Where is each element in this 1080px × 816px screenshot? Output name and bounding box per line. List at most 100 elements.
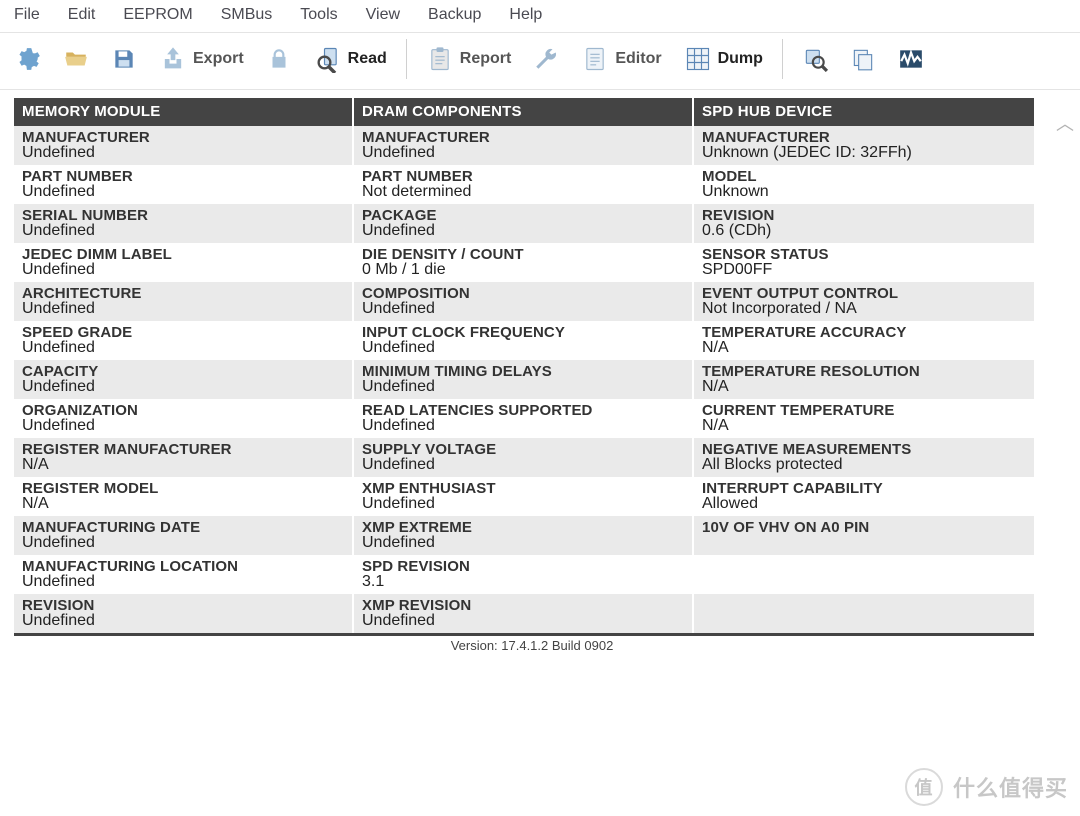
menu-tools[interactable]: Tools [286,2,351,28]
read-button[interactable]: Read [305,40,396,78]
magnifier-doc-icon [314,45,342,73]
info-row-value: Undefined [22,300,344,318]
info-row: PART NUMBERNot determined [354,165,694,204]
info-row: MANUFACTURING LOCATIONUndefined [14,555,354,594]
info-row-value: Undefined [22,417,344,435]
export-button[interactable]: Export [150,40,253,78]
info-row: SERIAL NUMBERUndefined [14,204,354,243]
menu-smbus[interactable]: SMBus [207,2,287,28]
info-row: XMP REVISIONUndefined [354,594,694,633]
floppy-save-icon [111,46,137,72]
menu-backup[interactable]: Backup [414,2,495,28]
info-row: TEMPERATURE RESOLUTIONN/A [694,360,1034,399]
info-row: PACKAGEUndefined [354,204,694,243]
info-row-value: N/A [702,339,1026,357]
inspect-button[interactable] [793,41,837,77]
copy-button[interactable] [841,41,885,77]
info-row: XMP EXTREMEUndefined [354,516,694,555]
folder-open-icon [63,46,89,72]
menu-file[interactable]: File [0,2,54,28]
dump-button[interactable]: Dump [675,40,772,78]
column-header: MEMORY MODULE [14,98,354,126]
info-column: DRAM COMPONENTSMANUFACTURERUndefinedPART… [354,98,694,633]
menu-view[interactable]: View [352,2,414,28]
info-row-value: All Blocks protected [702,456,1026,474]
info-row: REGISTER MODELN/A [14,477,354,516]
settings-button[interactable] [6,41,50,77]
waveform-button[interactable] [889,41,933,77]
info-row: MODELUnknown [694,165,1034,204]
open-button[interactable] [54,41,98,77]
info-row: ORGANIZATIONUndefined [14,399,354,438]
info-row: CURRENT TEMPERATUREN/A [694,399,1034,438]
info-row: CAPACITYUndefined [14,360,354,399]
info-row-value: Undefined [362,495,684,513]
toolbar: Export Read Report Editor Dump [0,33,1080,90]
lock-icon [266,46,292,72]
info-row-value: Undefined [22,573,344,591]
info-row-value: Undefined [22,339,344,357]
info-row-value: Undefined [362,378,684,396]
toolbar-separator [406,39,407,79]
watermark: 值 什么值得买 [905,768,1068,806]
watermark-text: 什么值得买 [953,771,1068,803]
info-row: MINIMUM TIMING DELAYSUndefined [354,360,694,399]
content-area: MEMORY MODULEMANUFACTURERUndefinedPART N… [0,90,1080,636]
column-header: DRAM COMPONENTS [354,98,694,126]
save-button[interactable] [102,41,146,77]
info-row [694,555,1034,594]
menu-eeprom[interactable]: EEPROM [109,2,206,28]
info-row: READ LATENCIES SUPPORTEDUndefined [354,399,694,438]
info-row: REVISIONUndefined [14,594,354,633]
info-row-value: Undefined [362,612,684,630]
menu-help[interactable]: Help [495,2,556,28]
lock-button[interactable] [257,41,301,77]
info-row-value [702,534,1026,552]
info-row-value: 0.6 (CDh) [702,222,1026,240]
dump-label: Dump [718,50,763,68]
info-row: MANUFACTURERUnknown (JEDEC ID: 32FFh) [694,126,1034,165]
info-row: REVISION0.6 (CDh) [694,204,1034,243]
info-column: MEMORY MODULEMANUFACTURERUndefinedPART N… [14,98,354,633]
info-row: EVENT OUTPUT CONTROLNot Incorporated / N… [694,282,1034,321]
clipboard-icon [426,45,454,73]
column-header: SPD HUB DEVICE [694,98,1034,126]
info-row-value: Not Incorporated / NA [702,300,1026,318]
info-row: NEGATIVE MEASUREMENTSAll Blocks protecte… [694,438,1034,477]
info-row: DIE DENSITY / COUNT0 Mb / 1 die [354,243,694,282]
info-row [694,594,1034,633]
version-label: Version: 17.4.1.2 Build 0902 [14,638,1050,653]
info-row: INPUT CLOCK FREQUENCYUndefined [354,321,694,360]
info-row-value: N/A [702,417,1026,435]
report-button[interactable]: Report [417,40,521,78]
info-row-value: Undefined [22,378,344,396]
editor-button[interactable]: Editor [572,40,670,78]
info-column: SPD HUB DEVICEMANUFACTURERUnknown (JEDEC… [694,98,1034,633]
menu-edit[interactable]: Edit [54,2,110,28]
info-row-value: SPD00FF [702,261,1026,279]
info-row: SPD REVISION3.1 [354,555,694,594]
info-row-value: Undefined [362,339,684,357]
info-row-value: Undefined [22,534,344,552]
info-row: MANUFACTURERUndefined [354,126,694,165]
info-row: ARCHITECTUREUndefined [14,282,354,321]
info-row: SENSOR STATUSSPD00FF [694,243,1034,282]
export-icon [159,45,187,73]
info-row: MANUFACTURING DATEUndefined [14,516,354,555]
wrench-icon [533,46,559,72]
info-row-value: Not determined [362,183,684,201]
watermark-badge: 值 [905,768,943,806]
read-label: Read [348,50,387,68]
info-row: JEDEC DIMM LABELUndefined [14,243,354,282]
wrench-button[interactable] [524,41,568,77]
scroll-up-hint[interactable]: ︿ [1056,110,1074,136]
info-row: MANUFACTURERUndefined [14,126,354,165]
info-row: SPEED GRADEUndefined [14,321,354,360]
export-label: Export [193,50,244,68]
info-row-value: Undefined [362,456,684,474]
waveform-icon [898,46,924,72]
editor-label: Editor [615,50,661,68]
info-row-value: Undefined [362,300,684,318]
info-row-value: Undefined [22,183,344,201]
info-row: INTERRUPT CAPABILITYAllowed [694,477,1034,516]
